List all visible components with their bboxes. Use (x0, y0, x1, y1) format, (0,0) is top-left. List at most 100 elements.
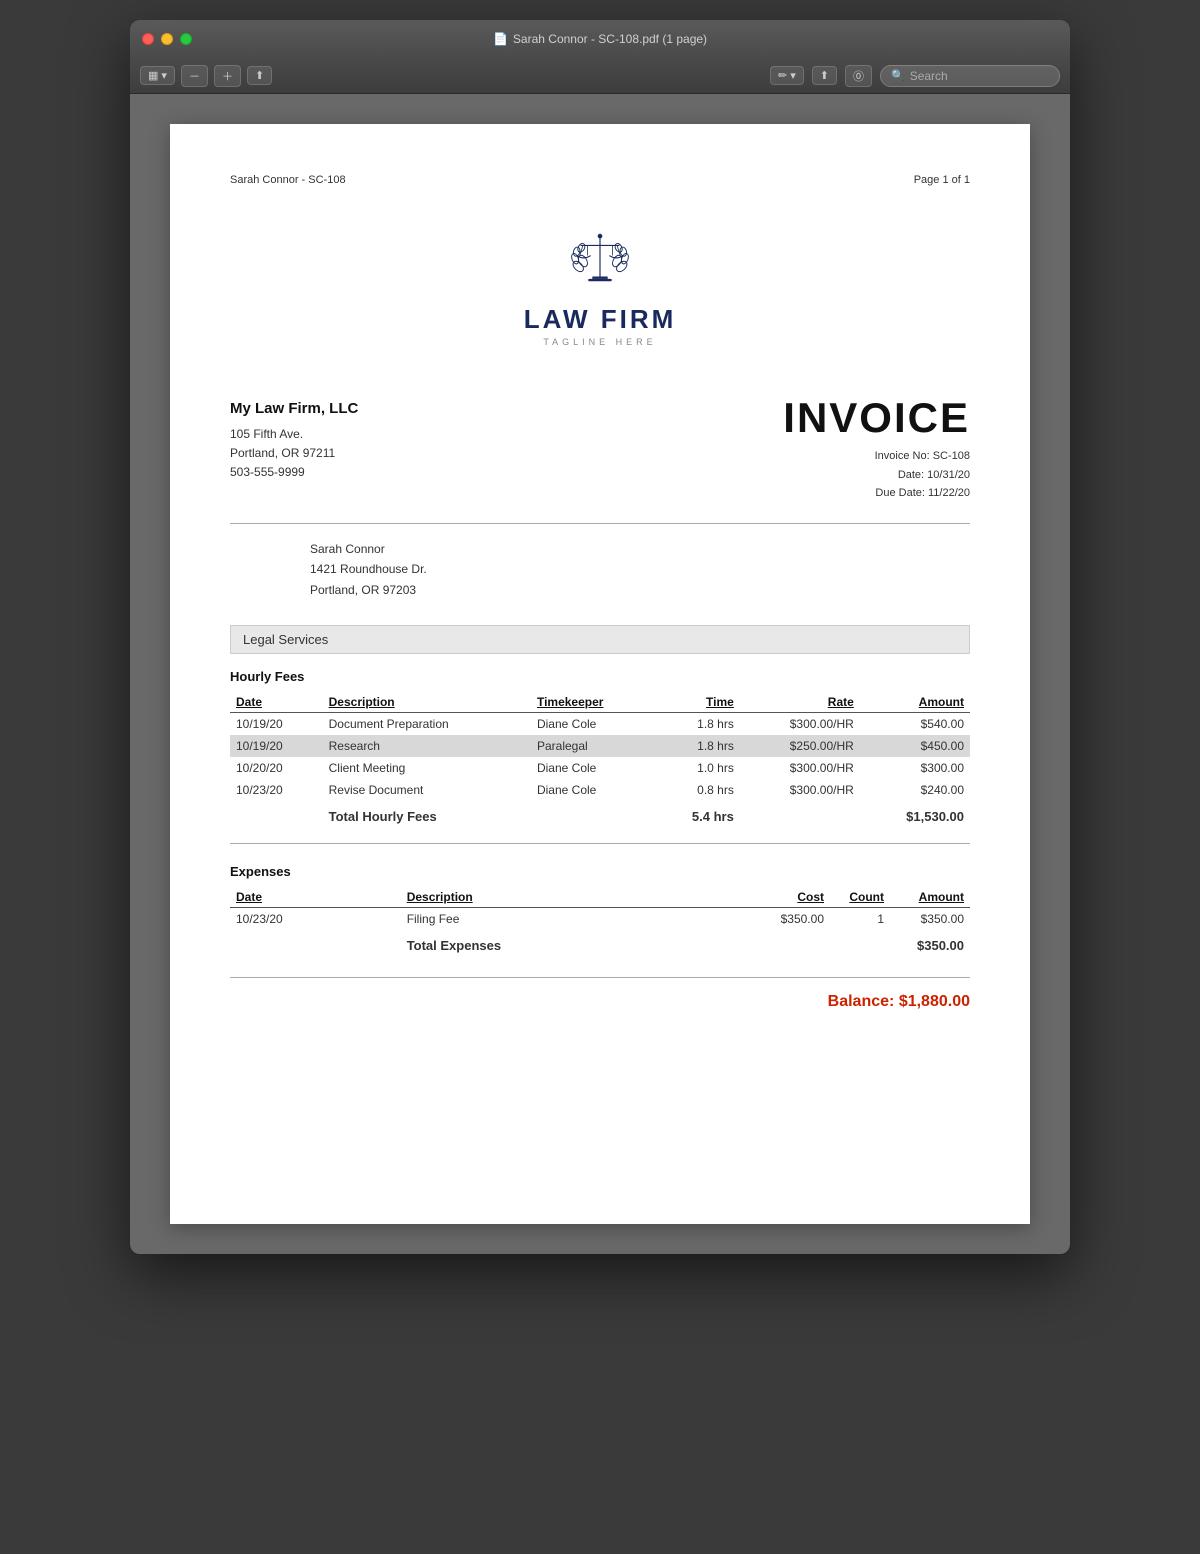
share-alt-icon: ⬆ (820, 69, 829, 82)
traffic-lights (142, 33, 192, 45)
invoice-title: INVOICE (783, 397, 970, 439)
page-number: Page 1 of 1 (914, 174, 970, 186)
cell-date: 10/19/20 (230, 735, 323, 757)
markup-button[interactable]: ⓪ (845, 65, 872, 87)
cell-rate: $300.00/HR (740, 779, 860, 801)
cell-timekeeper: Diane Cole (531, 779, 655, 801)
cell-rate: $300.00/HR (740, 757, 860, 779)
pdf-container: Sarah Connor - SC-108 Page 1 of 1 (130, 94, 1070, 1254)
close-button[interactable] (142, 33, 154, 45)
sidebar-icon: ▦ (148, 69, 158, 82)
client-address2: Portland, OR 97203 (310, 580, 970, 600)
invoice-date-row: Date: 10/31/20 (783, 466, 970, 485)
exp-col-cost: Cost (710, 887, 830, 908)
chevron-down-icon: ▾ (161, 69, 167, 82)
page-header-info: Sarah Connor - SC-108 Page 1 of 1 (230, 174, 970, 186)
firm-phone: 503-555-9999 (230, 463, 358, 482)
table-row: 10/23/20 Filing Fee $350.00 1 $350.00 (230, 908, 970, 931)
expenses-table: Date Description Cost Count Amount 10/23… (230, 887, 970, 957)
divider-2 (230, 843, 970, 844)
client-address: Sarah Connor 1421 Roundhouse Dr. Portlan… (310, 539, 970, 600)
table-row: 10/19/20 Research Paralegal 1.8 hrs $250… (230, 735, 970, 757)
exp-cell-count: 1 (830, 908, 890, 931)
share-button[interactable]: ⬆ (247, 66, 272, 85)
cell-timekeeper: Paralegal (531, 735, 655, 757)
invoice-due-row: Due Date: 11/22/20 (783, 484, 970, 503)
total-empty2 (531, 801, 655, 828)
firm-logo-name: LAW FIRM (524, 304, 677, 335)
exp-total-empty2 (710, 930, 830, 957)
invoice-number-row: Invoice No: SC-108 (783, 447, 970, 466)
cell-description: Revise Document (323, 779, 531, 801)
cell-time: 1.8 hrs (655, 735, 740, 757)
cell-amount: $450.00 (860, 735, 970, 757)
exp-total-empty3 (830, 930, 890, 957)
exp-col-date: Date (230, 887, 401, 908)
col-time: Time (655, 692, 740, 713)
firm-invoice-row: My Law Firm, LLC 105 Fifth Ave. Portland… (230, 397, 970, 503)
firm-address2: Portland, OR 97211 (230, 444, 358, 463)
cell-description: Document Preparation (323, 713, 531, 736)
law-firm-logo-icon (560, 226, 640, 296)
cell-amount: $300.00 (860, 757, 970, 779)
client-name: Sarah Connor (310, 539, 970, 559)
invoice-number: SC-108 (933, 450, 970, 462)
search-input[interactable]: Search (910, 69, 948, 83)
window-title: 📄 Sarah Connor - SC-108.pdf (1 page) (493, 32, 707, 46)
col-timekeeper: Timekeeper (531, 692, 655, 713)
cell-time: 0.8 hrs (655, 779, 740, 801)
invoice-block: INVOICE Invoice No: SC-108 Date: 10/31/2… (783, 397, 970, 503)
exp-cell-amount: $350.00 (890, 908, 970, 931)
invoice-details: Invoice No: SC-108 Date: 10/31/20 Due Da… (783, 447, 970, 503)
invoice-number-label: Invoice No: (875, 450, 930, 462)
share-alt-button[interactable]: ⬆ (812, 66, 837, 85)
chevron-down-icon: ▾ (790, 69, 796, 82)
invoice-due-date: 11/22/20 (928, 487, 970, 499)
zoom-in-button[interactable]: ＋ (214, 65, 241, 87)
client-address1: 1421 Roundhouse Dr. (310, 559, 970, 579)
maximize-button[interactable] (180, 33, 192, 45)
search-bar[interactable]: 🔍 Search (880, 65, 1060, 87)
divider-1 (230, 523, 970, 524)
zoom-out-button[interactable]: － (181, 65, 208, 87)
firm-name: My Law Firm, LLC (230, 397, 358, 421)
exp-col-description: Description (401, 887, 710, 908)
table-row: 10/20/20 Client Meeting Diane Cole 1.0 h… (230, 757, 970, 779)
logo-section: LAW FIRM TAGLINE HERE (230, 226, 970, 347)
sidebar-toggle-button[interactable]: ▦ ▾ (140, 66, 175, 85)
markup-icon: ⓪ (853, 68, 864, 84)
col-amount: Amount (860, 692, 970, 713)
expenses-total-row: Total Expenses $350.00 (230, 930, 970, 957)
title-bar: 📄 Sarah Connor - SC-108.pdf (1 page) (130, 20, 1070, 58)
cell-date: 10/19/20 (230, 713, 323, 736)
col-description: Description (323, 692, 531, 713)
hourly-fees-total-row: Total Hourly Fees 5.4 hrs $1,530.00 (230, 801, 970, 828)
expenses-title: Expenses (230, 864, 970, 879)
exp-col-count: Count (830, 887, 890, 908)
total-empty1 (230, 801, 323, 828)
search-icon: 🔍 (891, 69, 905, 82)
invoice-date: 10/31/20 (927, 469, 970, 481)
cell-rate: $300.00/HR (740, 713, 860, 736)
exp-cell-description: Filing Fee (401, 908, 710, 931)
cell-amount: $240.00 (860, 779, 970, 801)
annotate-button[interactable]: ✏ ▾ (770, 66, 804, 85)
total-empty3 (740, 801, 860, 828)
cell-timekeeper: Diane Cole (531, 713, 655, 736)
minimize-button[interactable] (161, 33, 173, 45)
cell-time: 1.0 hrs (655, 757, 740, 779)
toolbar: ▦ ▾ － ＋ ⬆ ✏ ▾ ⬆ ⓪ 🔍 Search (130, 58, 1070, 94)
exp-total-empty1 (230, 930, 401, 957)
cell-description: Client Meeting (323, 757, 531, 779)
cell-date: 10/23/20 (230, 779, 323, 801)
exp-total-amount: $350.00 (890, 930, 970, 957)
cell-timekeeper: Diane Cole (531, 757, 655, 779)
app-window: 📄 Sarah Connor - SC-108.pdf (1 page) ▦ ▾… (130, 20, 1070, 1254)
balance-line: Balance: $1,880.00 (230, 977, 970, 1011)
pen-icon: ✏ (778, 69, 787, 82)
zoom-out-icon: － (189, 68, 200, 84)
section-header: Legal Services (230, 625, 970, 654)
table-row: 10/23/20 Revise Document Diane Cole 0.8 … (230, 779, 970, 801)
cell-amount: $540.00 (860, 713, 970, 736)
document-reference: Sarah Connor - SC-108 (230, 174, 346, 186)
